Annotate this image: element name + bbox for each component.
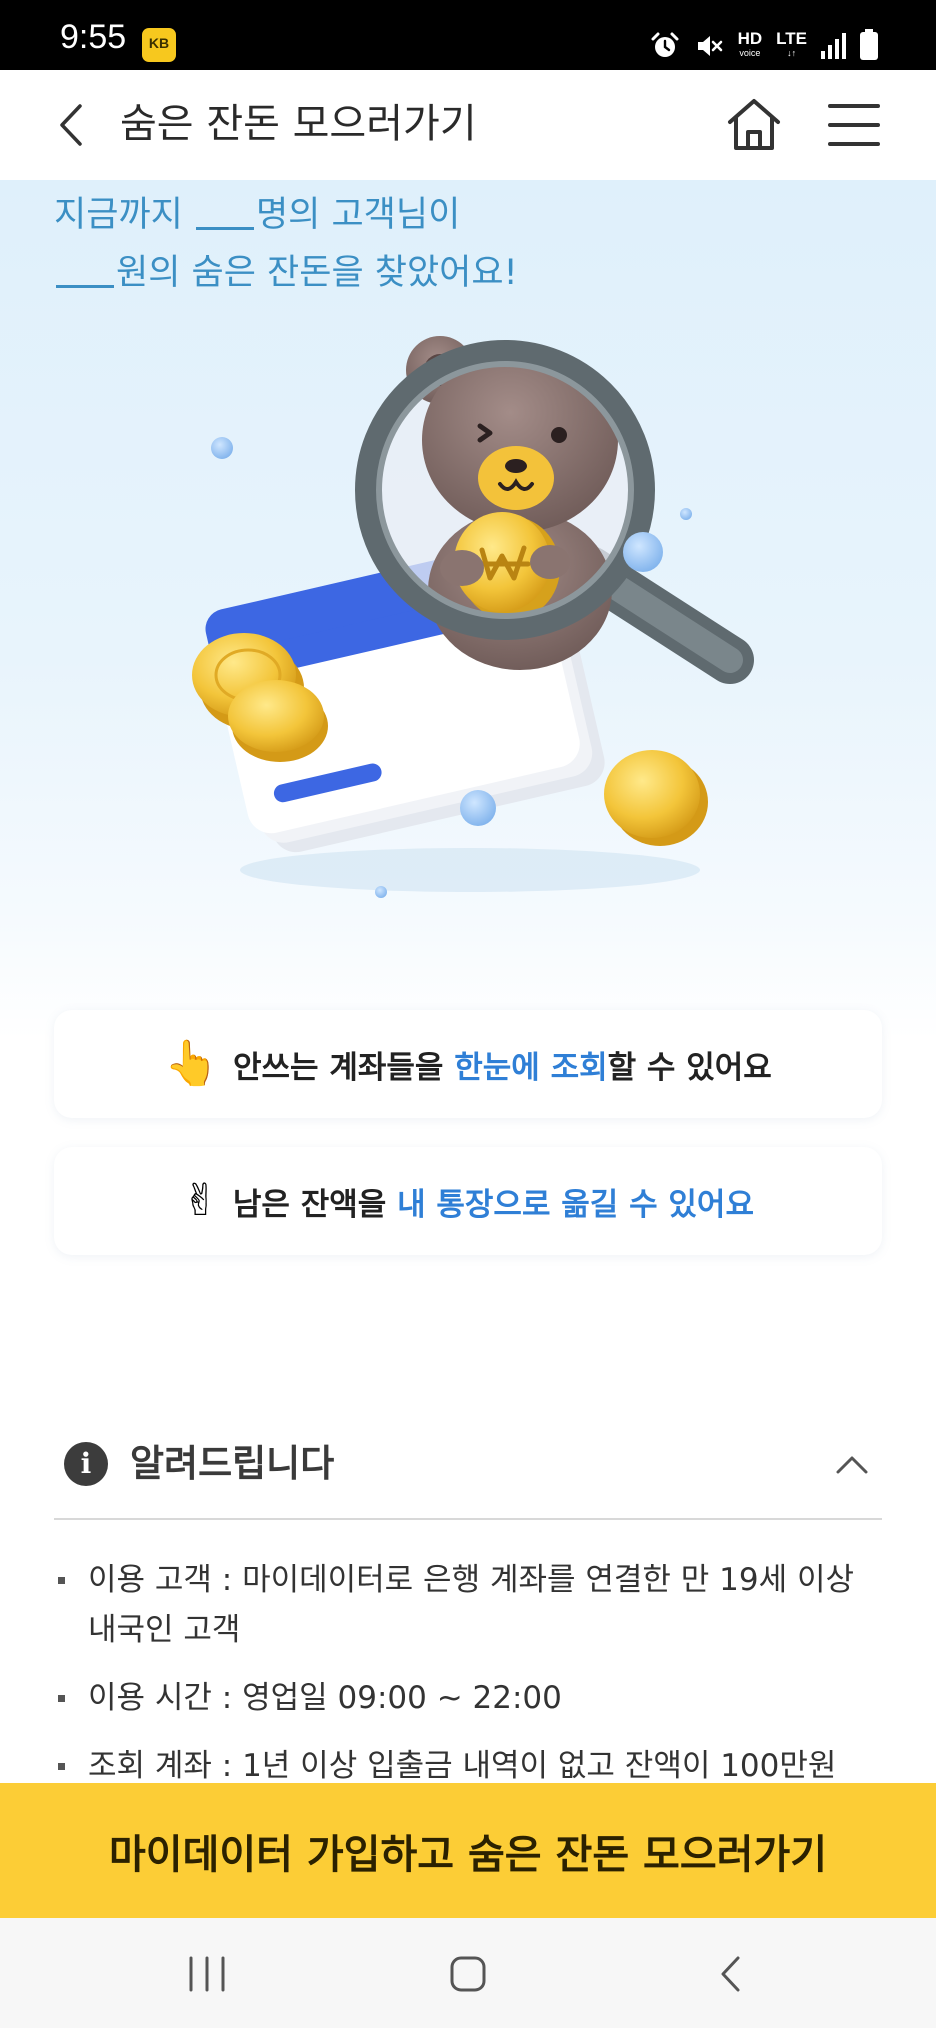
amount-blank bbox=[56, 248, 114, 288]
pointing-hand-emoji-icon: 👆 bbox=[164, 1038, 219, 1089]
notice-accordion-header[interactable]: i 알려드립니다 bbox=[54, 1420, 882, 1520]
feature-text-before: 남은 잔액을 bbox=[232, 1186, 398, 1223]
feature-text-transfer: 남은 잔액을 내 통장으로 옮길 수 있어요 bbox=[233, 1179, 754, 1224]
customer-count-blank bbox=[195, 190, 254, 230]
stat-line-amount: 원의 숨은 잔돈을 찾았어요! bbox=[54, 248, 518, 298]
status-bar: 9:55 KB HD voice LTE ↓↑ bbox=[0, 0, 936, 70]
alarm-icon bbox=[651, 32, 679, 57]
page-title: 숨은 잔돈 모으러가기 bbox=[120, 101, 477, 147]
hero-section: 지금까지 명의 고객님이 원의 숨은 잔돈을 찾았어요! bbox=[0, 180, 936, 1040]
stat-line-customers: 지금까지 명의 고객님이 bbox=[54, 190, 460, 240]
signal-icon bbox=[821, 33, 846, 59]
lte-icon: LTE ↓↑ bbox=[776, 30, 807, 60]
feature-text-lookup: 안쓰는 계좌들을 한눈에 조회할 수 있어요 bbox=[233, 1042, 772, 1087]
battery-icon bbox=[860, 29, 878, 60]
cta-label: 마이데이터 가입하고 숨은 잔돈 모으러가기 bbox=[108, 1831, 828, 1878]
notice-item-eligibility: 이용 고객 : 마이데이터로 은행 계좌를 연결한 만 19세 이상 내국인 고… bbox=[54, 1555, 882, 1655]
kb-app-badge-icon: KB bbox=[142, 28, 176, 62]
notice-list: 이용 고객 : 마이데이터로 은행 계좌를 연결한 만 19세 이상 내국인 고… bbox=[54, 1555, 882, 1809]
hd-voice-icon: HD voice bbox=[738, 30, 763, 60]
voice-label: voice bbox=[739, 48, 761, 58]
chevron-left-icon[interactable] bbox=[48, 98, 98, 152]
feature-text-after: 할 수 있어요 bbox=[607, 1049, 772, 1086]
feature-highlight: 한눈에 조회 bbox=[454, 1049, 608, 1086]
cta-button[interactable]: 마이데이터 가입하고 숨은 잔돈 모으러가기 bbox=[0, 1783, 936, 1918]
home-icon[interactable] bbox=[722, 92, 786, 156]
app-header: 숨은 잔돈 모으러가기 bbox=[0, 70, 936, 180]
victory-hand-emoji-icon: ✌ bbox=[182, 1175, 219, 1226]
stat-suffix-amount: 원의 숨은 잔돈을 찾았어요! bbox=[116, 253, 518, 293]
stat-suffix-customers: 명의 고객님이 bbox=[255, 195, 461, 235]
status-time: 9:55 bbox=[60, 18, 127, 56]
lte-arrows: ↓↑ bbox=[787, 48, 797, 58]
feature-text-before: 안쓰는 계좌들을 bbox=[232, 1049, 455, 1086]
chevron-up-icon[interactable] bbox=[832, 1444, 872, 1484]
recent-apps-icon[interactable] bbox=[185, 1954, 229, 1994]
info-icon: i bbox=[64, 1442, 108, 1486]
bear-magnifier-illustration bbox=[192, 336, 754, 898]
back-nav-icon[interactable] bbox=[714, 1952, 748, 1996]
feature-highlight: 내 통장으로 옮길 수 있어요 bbox=[397, 1186, 754, 1223]
mute-icon bbox=[697, 36, 722, 56]
home-nav-icon[interactable] bbox=[448, 1954, 488, 1994]
system-nav-bar bbox=[0, 1918, 936, 2028]
hamburger-menu-icon[interactable] bbox=[822, 98, 886, 152]
notice-title: 알려드립니다 bbox=[130, 1442, 335, 1485]
stat-prefix: 지금까지 bbox=[54, 195, 194, 235]
notice-item-hours: 이용 시간 : 영업일 09:00 ~ 22:00 bbox=[54, 1673, 882, 1723]
status-icons: HD voice LTE ↓↑ bbox=[650, 26, 878, 66]
feature-card-transfer: ✌ 남은 잔액을 내 통장으로 옮길 수 있어요 bbox=[54, 1147, 882, 1255]
notice-divider bbox=[54, 1518, 882, 1520]
feature-card-lookup: 👆 안쓰는 계좌들을 한눈에 조회할 수 있어요 bbox=[54, 1010, 882, 1118]
